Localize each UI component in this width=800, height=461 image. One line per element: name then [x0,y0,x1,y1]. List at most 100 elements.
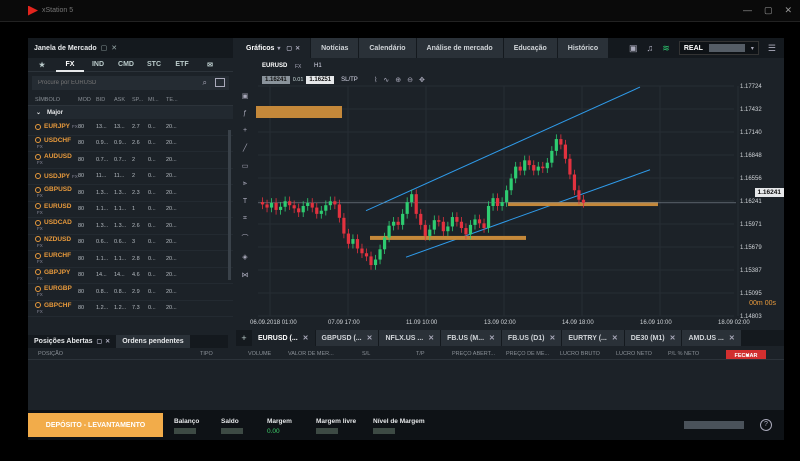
chart-tab[interactable]: FB.US (M... ✕ [441,330,501,346]
info-icon[interactable] [35,123,41,130]
grid-icon[interactable] [215,78,225,87]
ask-cell[interactable]: 1.3... [114,223,132,229]
col-mi[interactable]: MI... [148,97,166,103]
close-icon[interactable]: ✕ [729,334,735,342]
chart-tab[interactable]: EURUSD (... ✕ [252,330,315,346]
info-icon[interactable] [35,186,41,193]
timeframe-selector[interactable]: H1 [314,63,322,69]
cursor-icon[interactable]: ▣ [242,92,249,100]
tab-education[interactable]: Educação [503,38,557,58]
ask-cell[interactable]: 14... [114,272,132,278]
info-icon[interactable] [35,285,41,292]
info-icon[interactable] [35,173,41,180]
zoom-in-icon[interactable]: ⊕ [395,76,401,84]
tab-news[interactable]: Notícias [311,38,359,58]
list-item[interactable]: USDCHFFX 80 0.9... 0.9... 2.6 0... 20... [28,136,233,152]
col-te[interactable]: TE... [166,97,184,103]
positions-column-header[interactable]: TIPO [200,351,213,357]
list-item[interactable]: EURCHFFX 80 1.1... 1.1... 2.8 0... 20... [28,251,233,268]
ask-cell[interactable]: 1.1... [114,206,132,212]
list-item[interactable]: EURJPY FX 80 13... 13... 2.7 0... 20... [28,119,233,136]
tab-charts[interactable]: Gráficos ▾ ▢ ✕ [236,38,311,58]
close-icon[interactable]: ✕ [367,334,373,342]
bid-cell[interactable]: 13... [96,124,114,130]
chart-symbol[interactable]: EURUSD [262,63,287,69]
minimize-button[interactable]: — [743,5,752,16]
tab-calendar[interactable]: Calendário [359,38,416,58]
ask-cell[interactable]: 1.3... [114,190,132,196]
add-chart-icon[interactable]: + [236,333,252,343]
bid-cell[interactable]: 0.9... [96,140,114,146]
scrollbar[interactable] [228,130,231,280]
bid-price[interactable]: 1.16241 [262,76,290,84]
line-chart-icon[interactable]: ⌇ [374,76,377,84]
close-icon[interactable]: ✕ [105,338,110,345]
chart-tab[interactable]: DE30 (M1) ✕ [624,330,682,346]
ask-cell[interactable]: 0.8... [114,289,132,295]
positions-column-header[interactable]: LUCRO BRUTO [560,351,600,357]
symbol-search-input[interactable] [38,80,178,86]
col-spread[interactable]: SP... [132,97,148,103]
layers-icon[interactable]: ◈ [242,253,247,261]
ask-cell[interactable]: 13... [114,124,132,130]
ask-cell[interactable]: 1.2... [114,305,132,311]
list-item[interactable]: USDJPY FX 80 11... 11... 2 0... 20... [28,169,233,185]
bid-cell[interactable]: 11... [96,173,114,179]
col-bid[interactable]: BID [96,97,114,103]
close-all-button[interactable]: FECHAR ▾ [726,350,766,359]
tab-open-positions[interactable]: Posições Abertas ▢ ✕ [28,335,116,348]
info-icon[interactable] [35,203,41,210]
search-icon[interactable]: ⌕ [203,78,207,88]
close-icon[interactable]: ✕ [295,45,300,52]
chart-tab[interactable]: FB.US (D1) ✕ [501,330,562,346]
tab-cmd[interactable]: CMD [112,61,140,68]
info-icon[interactable] [35,302,41,309]
indicator-icon[interactable]: ∿ [383,76,389,84]
ask-cell[interactable]: 1.1... [114,256,132,262]
crosshair-icon[interactable]: ✥ [419,76,425,84]
ask-cell[interactable]: 11... [114,173,132,179]
info-icon[interactable] [35,153,41,160]
list-item[interactable]: NZDUSDFX 80 0.6... 0.6... 3 0... 20... [28,235,233,251]
chart-tab[interactable]: NFLX.US ... ✕ [379,330,441,346]
list-item[interactable]: USDCADFX 80 1.3... 1.3... 2.6 0... 20... [28,218,233,235]
tab-favorites[interactable]: ★ [28,61,56,69]
chart-tab[interactable]: EURTRY (... ✕ [562,330,624,346]
close-icon[interactable]: ✕ [111,44,117,52]
chart-tab[interactable]: AMD.US ... ✕ [682,330,741,346]
chart-tab[interactable]: GBPUSD (... ✕ [315,330,379,346]
positions-column-header[interactable]: VALOR DE MER... [288,351,334,357]
bid-cell[interactable]: 14... [96,272,114,278]
popout-icon[interactable]: ▢ [101,44,108,52]
tab-history[interactable]: Histórico [557,38,609,58]
list-item[interactable]: GBPUSDFX 80 1.3... 1.3... 2.3 0... 20... [28,185,233,202]
info-icon[interactable] [35,236,41,243]
account-selector[interactable]: REAL ▾ [678,41,759,55]
tab-pending-orders[interactable]: Ordens pendentes [116,335,190,348]
bid-cell[interactable]: 0.8... [96,289,114,295]
ask-cell[interactable]: 0.7... [114,157,132,163]
measure-icon[interactable]: ⌒ [242,233,249,243]
close-window-button[interactable]: ✕ [784,5,792,16]
sltp-button[interactable]: SL/TP [341,77,358,83]
close-icon[interactable]: ✕ [303,334,309,342]
info-icon[interactable] [35,252,41,259]
bid-cell[interactable]: 1.1... [96,206,114,212]
rectangle-icon[interactable]: ▭ [242,162,249,170]
bid-cell[interactable]: 0.6... [96,239,114,245]
price-chart[interactable]: 1.17724 1.17432 1.17140 1.16848 1.16556 1.162… [236,58,784,330]
group-major[interactable]: ⌄ Major [28,106,233,119]
tab-stc[interactable]: STC [140,61,168,68]
list-item[interactable]: EURGBPFX 80 0.8... 0.8... 2.9 0... 20... [28,284,233,301]
tab-mail[interactable]: ✉ [196,61,224,69]
positions-column-header[interactable]: VOLUME [248,351,271,357]
list-item[interactable]: AUDUSDFX 80 0.7... 0.7... 2 0... 20... [28,152,233,169]
close-icon[interactable]: ✕ [612,334,618,342]
maximize-button[interactable]: ▢ [764,5,773,16]
text-icon[interactable]: T [243,198,247,205]
bid-cell[interactable]: 1.1... [96,256,114,262]
list-item[interactable]: GBPJPYFX 80 14... 14... 4.6 0... 20... [28,268,233,284]
popout-icon[interactable]: ▢ [97,338,103,345]
ask-cell[interactable]: 0.9... [114,140,132,146]
bid-cell[interactable]: 0.7... [96,157,114,163]
